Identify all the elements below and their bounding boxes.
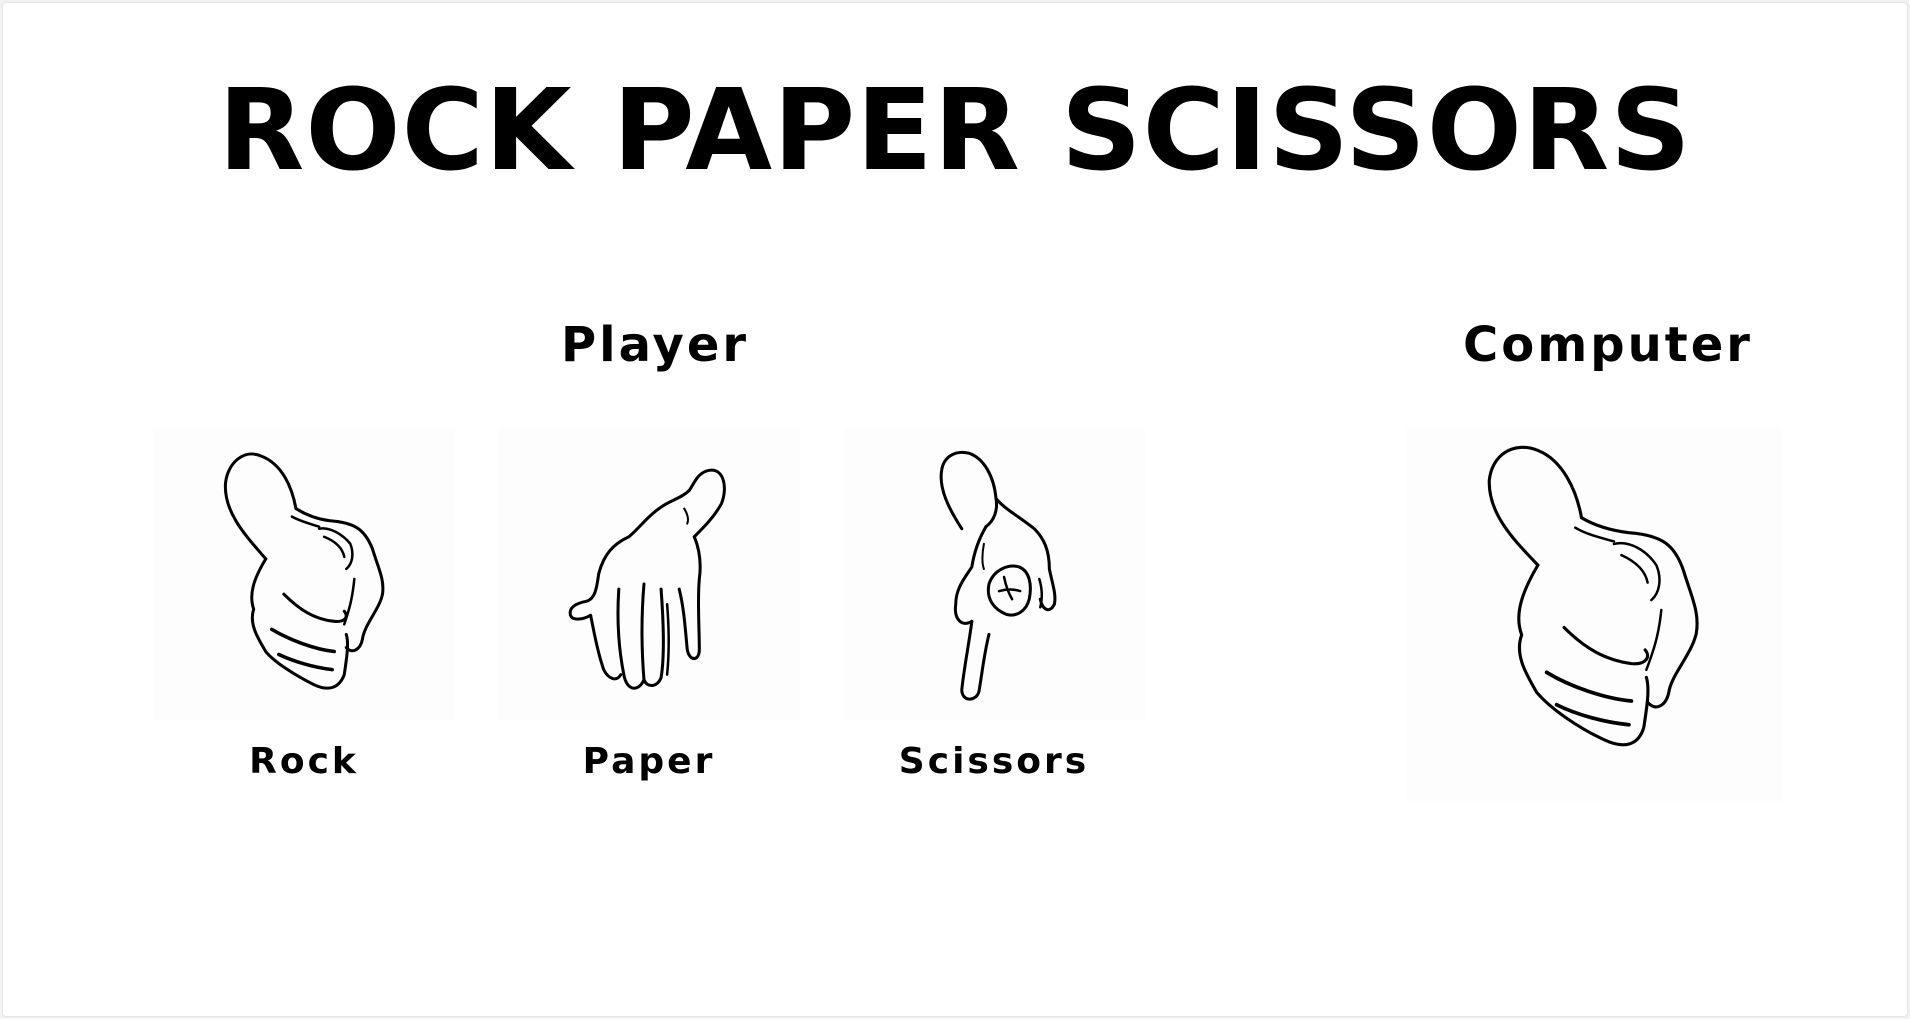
scissors-choice-label: Scissors xyxy=(898,741,1090,782)
rock-hand-icon xyxy=(1487,445,1699,747)
scissors-choice-button[interactable]: Scissors xyxy=(843,428,1145,788)
player-label: Player xyxy=(561,317,750,373)
paper-choice-label: Paper xyxy=(582,741,716,782)
rock-choice-label: Rock xyxy=(249,741,359,782)
game-frame: ROCK PAPER SCISSORS Player Computer Rock xyxy=(2,2,1908,1017)
computer-label: Computer xyxy=(1463,317,1753,373)
paper-choice-button[interactable]: Paper xyxy=(498,428,800,788)
rock-choice-button[interactable]: Rock xyxy=(153,428,455,788)
game-title: ROCK PAPER SCISSORS xyxy=(218,66,1692,196)
paper-hand-icon[interactable] xyxy=(498,428,800,720)
rock-hand-icon[interactable] xyxy=(153,428,455,720)
computer-choice-display xyxy=(1406,428,1782,802)
scissors-hand-icon[interactable] xyxy=(843,428,1145,720)
